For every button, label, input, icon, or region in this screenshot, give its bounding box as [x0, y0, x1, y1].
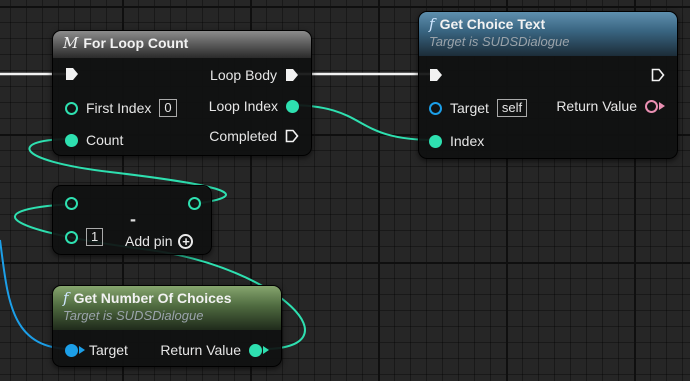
pin-output[interactable]: [188, 197, 201, 210]
plus-circle-icon: +: [178, 233, 194, 249]
string-pin-icon: [645, 99, 658, 113]
pin-label: Loop Body: [210, 67, 277, 83]
pin-label: First Index: [86, 100, 152, 116]
int-pin-icon: [65, 230, 78, 244]
title-text: For Loop Count: [83, 35, 189, 51]
int-pin-icon: [188, 197, 201, 210]
pin-first-index[interactable]: First Index 0: [65, 99, 177, 117]
int-pin-icon: [286, 99, 299, 113]
node-header[interactable]: M For Loop Count: [53, 31, 311, 58]
pin-loop-body[interactable]: Loop Body: [210, 67, 299, 83]
int-pin-icon: [65, 101, 78, 115]
add-pin-button[interactable]: Add pin +: [125, 233, 194, 249]
int-pin-icon: [429, 134, 442, 148]
function-icon: f: [429, 15, 435, 33]
add-pin-label: Add pin: [125, 233, 173, 249]
int-pin-icon: [249, 343, 262, 357]
node-header[interactable]: f Get Choice Text Target is SUDSDialogue: [419, 12, 677, 56]
exec-in-pin[interactable]: [65, 67, 79, 81]
b-value-input[interactable]: 1: [86, 228, 104, 246]
pin-b[interactable]: 1: [65, 228, 104, 246]
node-title: M For Loop Count: [63, 34, 189, 52]
pin-label: Loop Index: [208, 98, 278, 114]
pin-return-value[interactable]: Return Value: [160, 342, 269, 358]
node-get-choice-text[interactable]: f Get Choice Text Target is SUDSDialogue …: [418, 11, 678, 159]
pin-label: Completed: [209, 128, 277, 144]
pin-a[interactable]: [65, 197, 78, 210]
int-pin-icon: [65, 197, 78, 210]
pin-completed[interactable]: Completed: [209, 128, 299, 144]
pin-arrow-icon: [79, 346, 85, 354]
node-title: f Get Number Of Choices: [63, 289, 271, 307]
exec-arrow-outline-icon: [285, 129, 299, 143]
exec-arrow-icon: [430, 69, 442, 81]
pin-label: Return Value: [556, 98, 637, 114]
pin-arrow-icon: [659, 102, 665, 110]
pin-label: Count: [86, 132, 124, 148]
pin-loop-index[interactable]: Loop Index: [209, 98, 299, 114]
pin-target[interactable]: Target: [65, 342, 128, 358]
object-pin-icon: [429, 101, 442, 115]
pin-label: Target: [89, 342, 128, 358]
pin-arrow-icon: [263, 346, 269, 354]
subtract-symbol: -: [130, 209, 136, 229]
target-self-input[interactable]: self: [496, 99, 528, 117]
exec-arrow-icon: [66, 68, 78, 80]
title-text: Get Number Of Choices: [73, 290, 232, 306]
node-subtitle: Target is SUDSDialogue: [63, 308, 204, 323]
exec-in-pin[interactable]: [429, 68, 443, 82]
pin-label: Index: [450, 133, 485, 149]
first-index-input[interactable]: 0: [159, 99, 177, 117]
title-text: Get Choice Text: [439, 16, 546, 32]
node-for-loop-count[interactable]: M For Loop Count First Index 0 Count Loop…: [52, 30, 312, 156]
node-subtitle: Target is SUDSDialogue: [429, 34, 570, 49]
pin-label: Target: [450, 100, 489, 116]
pin-target[interactable]: Target self: [429, 99, 528, 117]
node-get-number-of-choices[interactable]: f Get Number Of Choices Target is SUDSDia…: [52, 285, 282, 367]
node-title: f Get Choice Text: [429, 15, 667, 33]
pin-return-value[interactable]: Return Value: [556, 98, 665, 114]
node-header[interactable]: f Get Number Of Choices Target is SUDSDia…: [53, 286, 281, 330]
pin-count[interactable]: Count: [65, 132, 123, 148]
macro-icon: M: [63, 34, 79, 52]
object-pin-icon: [65, 343, 78, 357]
node-subtract[interactable]: 1 - Add pin +: [52, 185, 212, 255]
exec-out-pin[interactable]: [651, 68, 665, 82]
exec-arrow-icon: [286, 69, 298, 81]
int-pin-icon: [65, 133, 78, 147]
exec-arrow-outline-icon: [651, 68, 665, 82]
pin-index[interactable]: Index: [429, 133, 484, 149]
pin-label: Return Value: [160, 342, 241, 358]
function-icon: f: [63, 289, 69, 307]
